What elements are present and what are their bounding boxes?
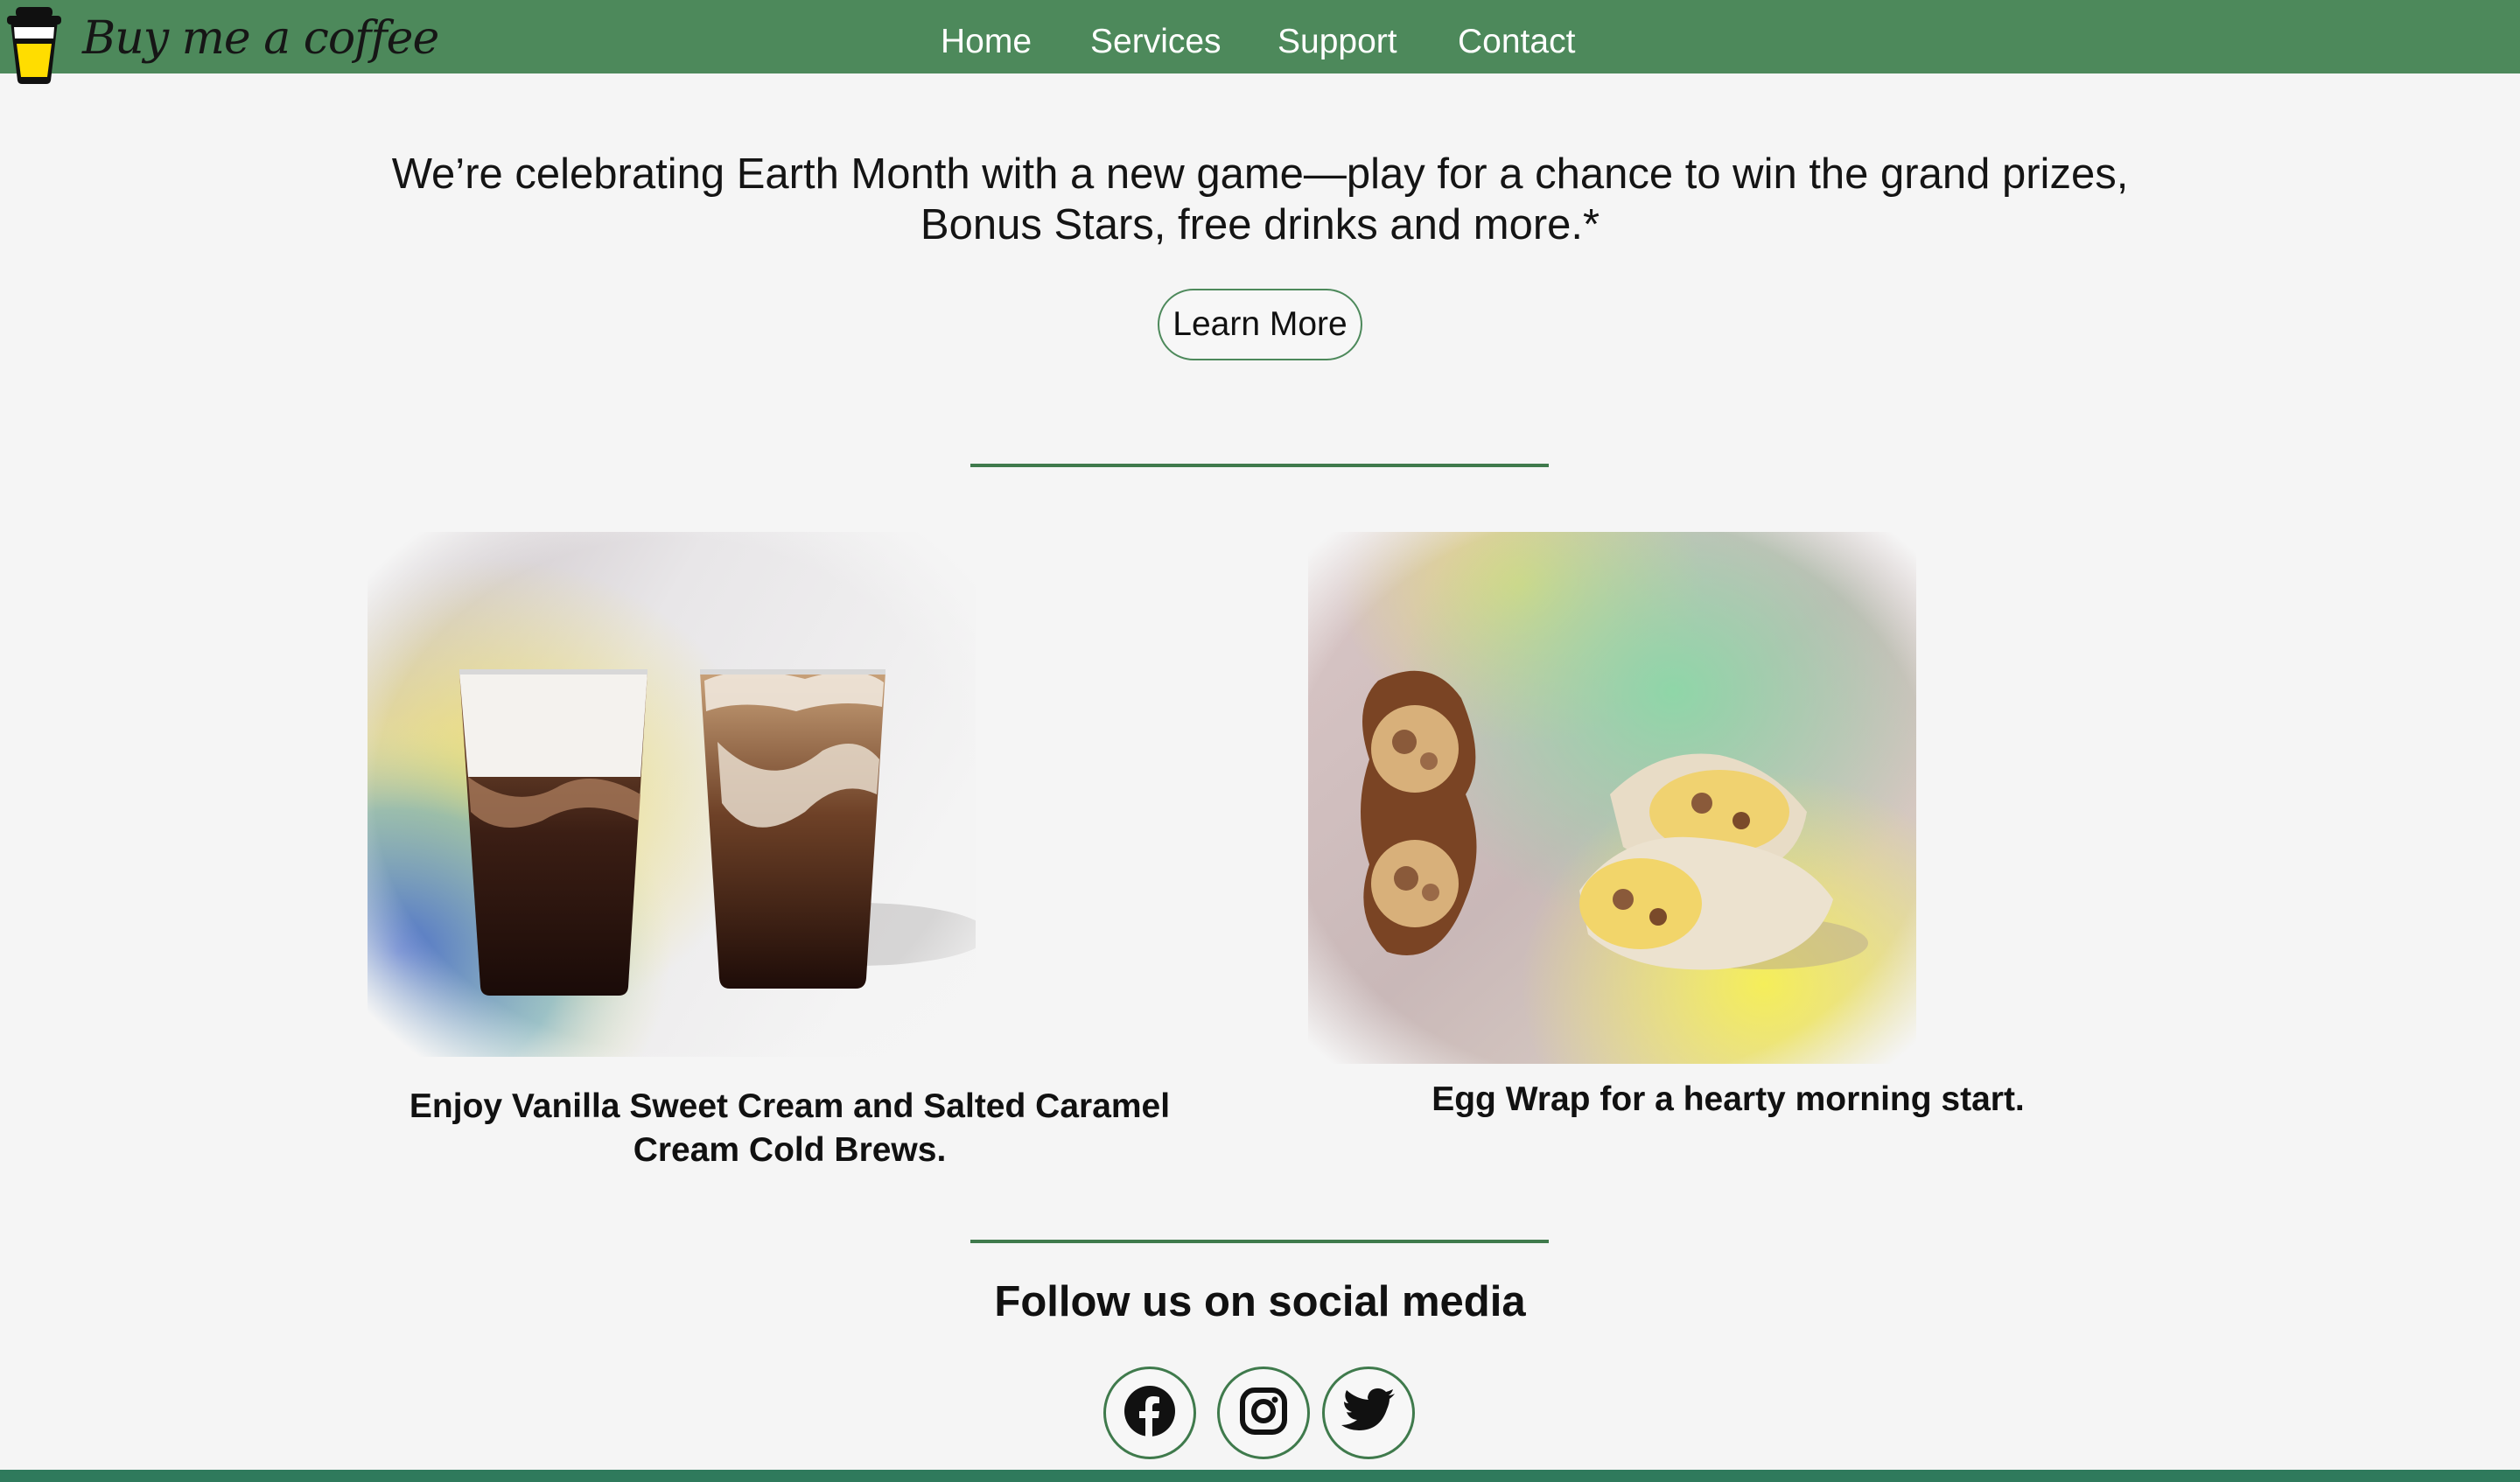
cold-brew-caption: Enjoy Vanilla Sweet Cream and Salted Car… xyxy=(368,1085,1212,1172)
cold-brew-caption-line-2: Cream Cold Brews. xyxy=(633,1131,947,1169)
footer-bar xyxy=(0,1470,2520,1482)
nav-services[interactable]: Services xyxy=(1090,23,1222,61)
nav-contact[interactable]: Contact xyxy=(1458,23,1575,61)
section-divider-bottom xyxy=(970,1240,1549,1243)
facebook-button[interactable] xyxy=(1103,1367,1196,1459)
promo-line-1: We’re celebrating Earth Month with a new… xyxy=(391,150,2129,198)
brand-name[interactable]: Buy me a coffee xyxy=(82,12,439,65)
cold-brew-caption-line-1: Enjoy Vanilla Sweet Cream and Salted Car… xyxy=(409,1087,1171,1125)
egg-wrap-caption: Egg Wrap for a hearty morning start. xyxy=(1432,1080,2025,1118)
twitter-icon xyxy=(1341,1388,1396,1438)
nav-support[interactable]: Support xyxy=(1278,23,1397,61)
section-divider-top xyxy=(970,464,1549,467)
promo-text: We’re celebrating Earth Month with a new… xyxy=(0,149,2520,250)
twitter-button[interactable] xyxy=(1322,1367,1415,1459)
instagram-button[interactable] xyxy=(1217,1367,1310,1459)
coffee-cup-logo-icon[interactable] xyxy=(4,3,65,86)
top-navigation-bar: Buy me a coffee Home Services Support Co… xyxy=(0,0,2520,84)
cold-brew-image xyxy=(368,532,976,1057)
social-media-heading: Follow us on social media xyxy=(994,1278,1526,1325)
promo-line-2: Bonus Stars, free drinks and more.* xyxy=(920,201,1600,248)
nav-home[interactable]: Home xyxy=(941,23,1032,61)
egg-wrap-image xyxy=(1308,532,1916,1064)
instagram-icon xyxy=(1239,1387,1288,1440)
learn-more-button[interactable]: Learn More xyxy=(1158,289,1362,360)
facebook-icon xyxy=(1124,1385,1176,1442)
